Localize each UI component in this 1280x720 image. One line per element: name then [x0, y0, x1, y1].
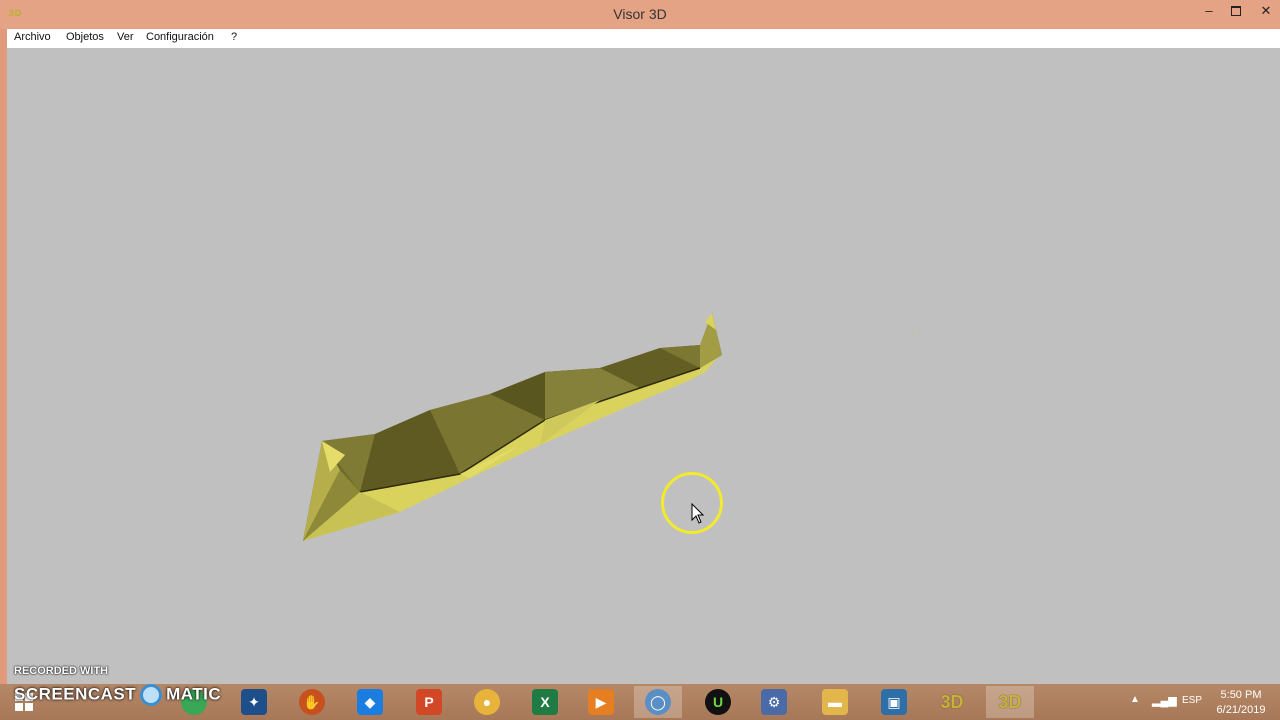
minimize-button[interactable]: –: [1195, 0, 1223, 24]
taskbar-visor3d-1[interactable]: 3D: [928, 686, 976, 718]
recorded-with-label: RECORDED WITH: [14, 665, 109, 677]
powerpoint-icon: P: [416, 689, 442, 715]
menu-objetos[interactable]: Objetos: [66, 31, 104, 43]
brand-left-text: SCREENCAST: [14, 684, 137, 704]
screencast-matic-watermark: SCREENCAST MATIC: [14, 684, 221, 706]
menu-help[interactable]: ?: [231, 31, 237, 43]
taskbar-cortana[interactable]: ◯: [634, 686, 682, 718]
menu-bar: Archivo Objetos Ver Configuración ?: [7, 29, 1280, 48]
baseball-glove-icon: ✋: [299, 689, 325, 715]
video-editor-icon: ✦: [241, 689, 267, 715]
visor3d-active-icon: 3D: [998, 691, 1022, 712]
taskbar-upwork[interactable]: U: [694, 686, 742, 718]
paint-icon: ●: [474, 689, 500, 715]
file-explorer-icon: ▬: [822, 689, 848, 715]
3d-viewport[interactable]: [7, 48, 1280, 684]
language-indicator[interactable]: ESP: [1182, 695, 1202, 706]
taskbar-paint[interactable]: ●: [463, 686, 511, 718]
screencast-matic-logo-icon: [140, 684, 163, 706]
mouse-pointer-icon: [691, 503, 705, 524]
maximize-button[interactable]: [1222, 0, 1250, 24]
upwork-icon: U: [705, 689, 731, 715]
taskbar-dropbox[interactable]: ◆: [346, 686, 394, 718]
title-bar[interactable]: 3D Visor 3D – ✕: [0, 0, 1280, 29]
media-player-icon: ▶: [588, 689, 614, 715]
menu-ver[interactable]: Ver: [117, 31, 134, 43]
close-button[interactable]: ✕: [1252, 0, 1280, 24]
menu-configuracion[interactable]: Configuración: [146, 31, 214, 43]
menu-archivo[interactable]: Archivo: [14, 31, 51, 43]
clock-date: 6/21/2019: [1216, 704, 1266, 716]
window-title: Visor 3D: [613, 6, 667, 22]
taskbar-excel[interactable]: X: [521, 686, 569, 718]
workflow-icon: ⚙: [761, 689, 787, 715]
taskbar-visor3d-2[interactable]: 3D: [986, 686, 1034, 718]
dropbox-icon: ◆: [357, 689, 383, 715]
taskbar-image-viewer[interactable]: ▣: [870, 686, 918, 718]
taskbar-file-explorer[interactable]: ▬: [811, 686, 859, 718]
visor-3d-window: 3D Visor 3D – ✕ Archivo Objetos Ver Conf…: [0, 0, 1280, 684]
tray-clock[interactable]: 5:50 PM 6/21/2019: [1210, 688, 1272, 718]
taskbar-workflow[interactable]: ⚙: [750, 686, 798, 718]
visor3d-icon: 3D: [940, 691, 964, 712]
excel-icon: X: [532, 689, 558, 715]
terrain-3d-model: [303, 313, 917, 541]
taskbar-video-editor[interactable]: ✦: [230, 686, 278, 718]
maximize-icon: [1231, 6, 1241, 16]
taskbar-powerpoint[interactable]: P: [405, 686, 453, 718]
tray-chevron-icon[interactable]: ▲: [1130, 694, 1140, 705]
image-viewer-icon: ▣: [881, 689, 907, 715]
network-icon[interactable]: ▂▄▆: [1152, 694, 1177, 707]
taskbar-baseball[interactable]: ✋: [288, 686, 336, 718]
clock-time: 5:50 PM: [1220, 689, 1262, 701]
brand-right-text: MATIC: [166, 684, 222, 704]
cortana-icon: ◯: [645, 689, 671, 715]
taskbar-media-player[interactable]: ▶: [577, 686, 625, 718]
